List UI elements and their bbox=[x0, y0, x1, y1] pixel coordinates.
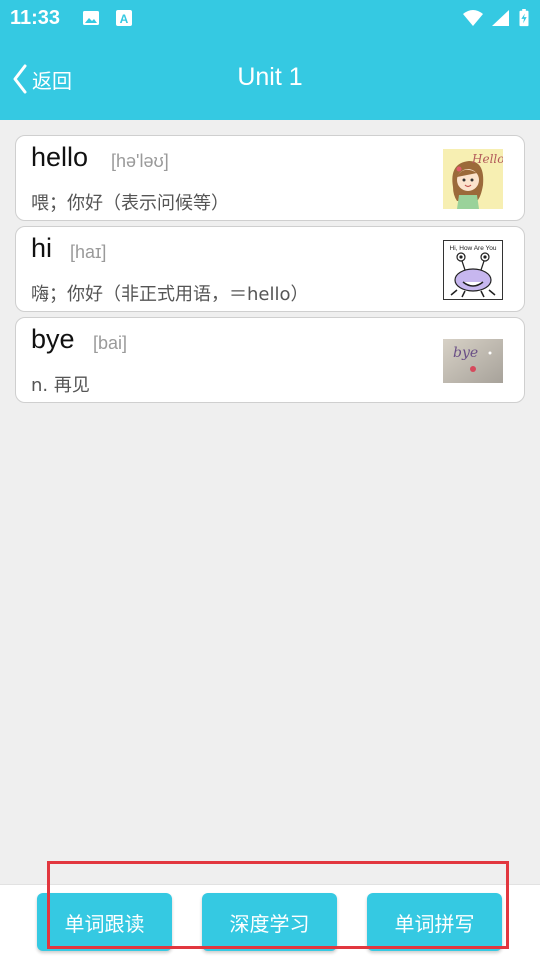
hello-girl-image: Hello bbox=[443, 149, 503, 209]
highlight-box bbox=[47, 861, 509, 949]
phonetic-text: [hə'ləʊ] bbox=[111, 151, 169, 171]
word-text: bye bbox=[31, 324, 75, 354]
bye-handwriting-image: bye bbox=[443, 339, 503, 383]
word-text: hello bbox=[31, 142, 89, 172]
word-list: hello [hə'ləʊ] 喂；你好（表示问候等） Hello hi [haɪ… bbox=[15, 135, 525, 408]
gallery-icon bbox=[83, 11, 99, 25]
word-card-bye[interactable]: bye [bai] n. 再见 bye bbox=[15, 317, 525, 403]
meaning-text: n. 再见 bbox=[31, 375, 90, 396]
svg-text:A: A bbox=[120, 12, 129, 26]
wifi-icon bbox=[463, 10, 483, 26]
image-caption: bye bbox=[453, 345, 478, 361]
word-text: hi bbox=[31, 233, 53, 263]
phonetic-text: [bai] bbox=[93, 333, 128, 353]
status-time: 11:33 bbox=[10, 7, 61, 29]
status-bar: 11:33 A bbox=[0, 0, 540, 38]
battery-icon bbox=[519, 9, 529, 27]
app-bar: 返回 Unit 1 bbox=[0, 38, 540, 120]
word-card-hello[interactable]: hello [hə'ləʊ] 喂；你好（表示问候等） Hello bbox=[15, 135, 525, 221]
image-caption: Hi, How Are You bbox=[450, 245, 497, 252]
word-card-hi[interactable]: hi [haɪ] 嗨；你好（非正式用语，＝hello） Hi, How Are … bbox=[15, 226, 525, 312]
phonetic-text: [haɪ] bbox=[70, 242, 107, 262]
page-title: Unit 1 bbox=[237, 63, 303, 91]
meaning-text: 嗨；你好（非正式用语，＝hello） bbox=[31, 284, 309, 305]
app-notification-icon: A bbox=[116, 10, 132, 26]
image-caption: Hello bbox=[471, 152, 503, 166]
signal-icon bbox=[492, 10, 509, 26]
meaning-text: 喂；你好（表示问候等） bbox=[31, 193, 229, 214]
hi-how-are-you-image: Hi, How Are You bbox=[443, 240, 503, 300]
